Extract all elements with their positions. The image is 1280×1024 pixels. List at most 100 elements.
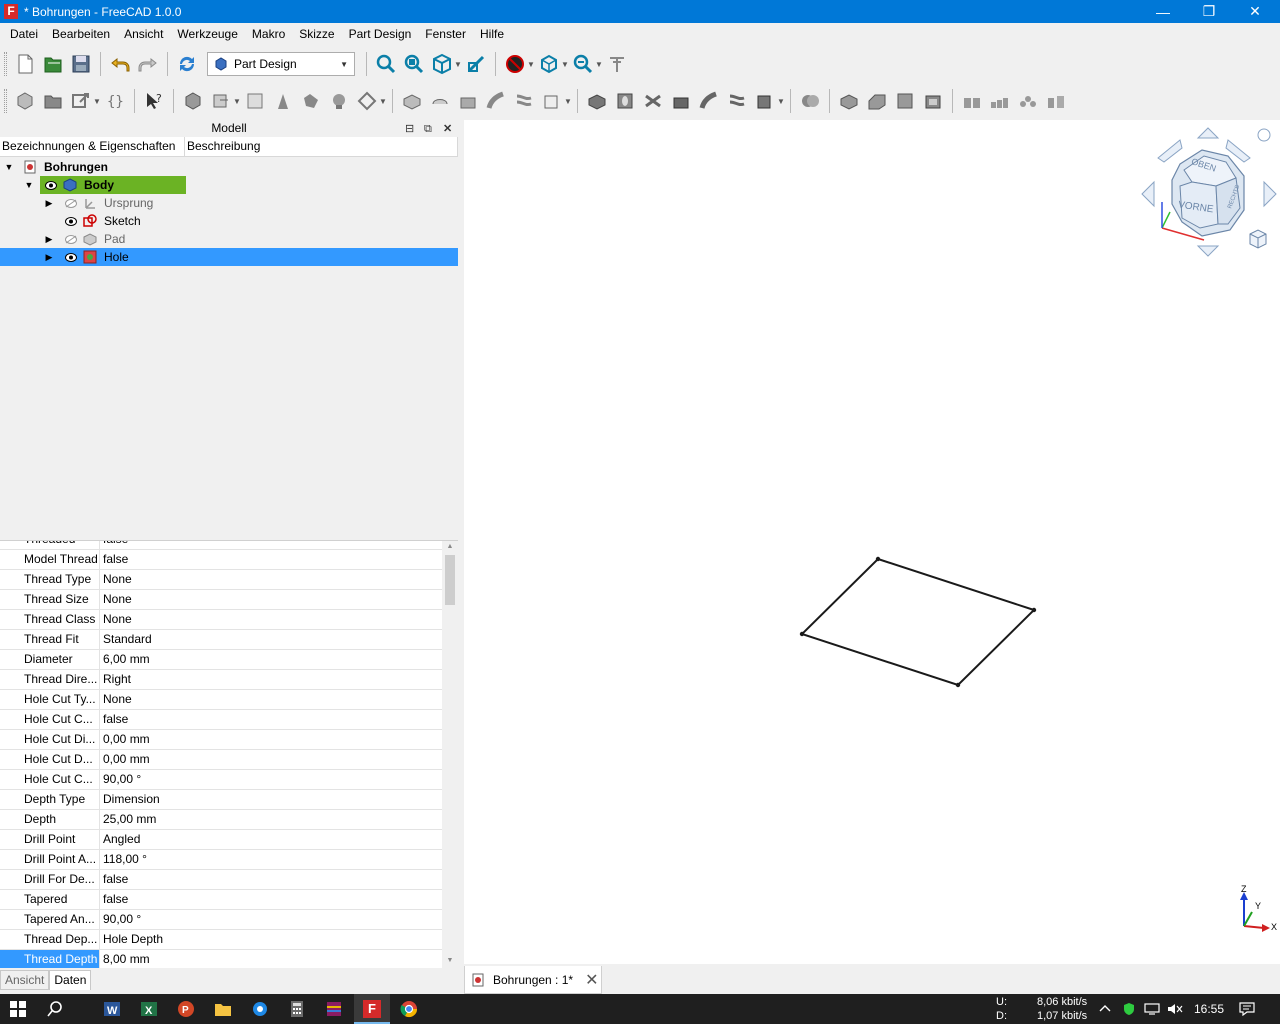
- property-value[interactable]: 90,00 °: [100, 770, 442, 789]
- property-row[interactable]: Thread Dire... Right: [0, 670, 442, 690]
- measurement-tool-icon[interactable]: [603, 50, 631, 78]
- pipe-icon[interactable]: [482, 87, 510, 115]
- redo-icon[interactable]: [134, 50, 162, 78]
- draw-style-icon[interactable]: [501, 50, 529, 78]
- validate-sketch-icon[interactable]: [297, 87, 325, 115]
- property-row[interactable]: Thread Fit Standard: [0, 630, 442, 650]
- tab-daten[interactable]: Daten: [49, 970, 92, 990]
- property-row[interactable]: Thread Size None: [0, 590, 442, 610]
- expand-icon[interactable]: ▶: [44, 252, 54, 263]
- property-row[interactable]: Threadedfalse: [0, 541, 442, 550]
- property-row[interactable]: Tapered An... 90,00 °: [0, 910, 442, 930]
- property-value[interactable]: Right: [100, 670, 442, 689]
- property-value[interactable]: 25,00 mm: [100, 810, 442, 829]
- word-icon[interactable]: W: [101, 998, 123, 1020]
- property-row[interactable]: Hole Cut D... 0,00 mm: [0, 750, 442, 770]
- loft-icon[interactable]: [454, 87, 482, 115]
- group-icon[interactable]: [39, 87, 67, 115]
- property-value[interactable]: None: [100, 690, 442, 709]
- minimize-button[interactable]: —: [1140, 0, 1186, 23]
- excel-icon[interactable]: X: [138, 998, 160, 1020]
- groove-icon[interactable]: [639, 87, 667, 115]
- property-value[interactable]: false: [100, 541, 442, 549]
- whats-this-icon[interactable]: ?: [140, 87, 168, 115]
- variables-icon[interactable]: {}: [101, 87, 129, 115]
- fit-all-icon[interactable]: [372, 50, 400, 78]
- property-value[interactable]: Hole Depth: [100, 930, 442, 949]
- document-close-icon[interactable]: ✕: [585, 970, 598, 990]
- property-value[interactable]: 118,00 °: [100, 850, 442, 869]
- float-icon[interactable]: ⧉: [424, 121, 432, 138]
- powerpoint-icon[interactable]: P: [175, 998, 197, 1020]
- bounding-box-icon[interactable]: [535, 50, 563, 78]
- property-row[interactable]: Diameter 6,00 mm: [0, 650, 442, 670]
- open-document-icon[interactable]: [39, 50, 67, 78]
- helix-icon[interactable]: [510, 87, 538, 115]
- scrollbar-thumb[interactable]: [445, 555, 455, 605]
- app-icon[interactable]: [249, 998, 271, 1020]
- chrome-icon[interactable]: [398, 998, 420, 1020]
- pocket-icon[interactable]: [583, 87, 611, 115]
- additive-primitive-icon[interactable]: [538, 87, 566, 115]
- fit-selection-icon[interactable]: [400, 50, 428, 78]
- notification-icon[interactable]: [1236, 998, 1258, 1020]
- thickness-icon[interactable]: [919, 87, 947, 115]
- tree-item-body[interactable]: ▼ Body: [0, 176, 458, 194]
- undo-icon[interactable]: [106, 50, 134, 78]
- property-value[interactable]: Standard: [100, 630, 442, 649]
- property-value[interactable]: false: [100, 550, 442, 569]
- property-value[interactable]: Angled: [100, 830, 442, 849]
- property-value[interactable]: 8,00 mm: [100, 950, 442, 968]
- eye-icon[interactable]: [64, 215, 78, 227]
- multi-transform-icon[interactable]: [1042, 87, 1070, 115]
- sketch-icon[interactable]: [269, 87, 297, 115]
- property-value[interactable]: None: [100, 590, 442, 609]
- security-icon[interactable]: [1118, 998, 1140, 1020]
- clock[interactable]: 16:55: [1194, 1002, 1224, 1016]
- linear-pattern-icon[interactable]: [986, 87, 1014, 115]
- zoom-icon[interactable]: [569, 50, 597, 78]
- navigation-cube[interactable]: OBEN VORNE RECHTS: [1140, 124, 1280, 264]
- eye-icon[interactable]: [44, 179, 58, 191]
- menu-fenster[interactable]: Fenster: [418, 27, 473, 41]
- scroll-up-icon[interactable]: ▲: [442, 543, 458, 550]
- workbench-selector[interactable]: Part Design ▼: [207, 52, 355, 76]
- pad-icon[interactable]: [398, 87, 426, 115]
- toolbar-grip[interactable]: [4, 52, 7, 76]
- property-scrollbar[interactable]: ▲ ▼: [442, 541, 458, 968]
- expand-icon[interactable]: ▶: [44, 198, 54, 209]
- property-row[interactable]: Hole Cut C... false: [0, 710, 442, 730]
- property-row[interactable]: Drill Point Angled: [0, 830, 442, 850]
- tree-item-sketch[interactable]: Sketch: [0, 212, 458, 230]
- toolbar-grip[interactable]: [4, 89, 7, 113]
- boolean-icon[interactable]: [796, 87, 824, 115]
- file-explorer-icon[interactable]: [212, 998, 234, 1020]
- part-icon[interactable]: [11, 87, 39, 115]
- subtractive-loft-icon[interactable]: [667, 87, 695, 115]
- hole-icon[interactable]: [611, 87, 639, 115]
- menu-skizze[interactable]: Skizze: [292, 27, 341, 41]
- property-value[interactable]: None: [100, 610, 442, 629]
- tab-ansicht[interactable]: Ansicht: [0, 970, 50, 990]
- property-row[interactable]: Tapered false: [0, 890, 442, 910]
- dock-icon[interactable]: ⊟: [405, 121, 414, 138]
- search-icon[interactable]: [44, 998, 66, 1020]
- property-row[interactable]: Model Thread false: [0, 550, 442, 570]
- datum-point-icon[interactable]: [325, 87, 353, 115]
- volume-muted-icon[interactable]: [1164, 998, 1186, 1020]
- property-row[interactable]: Drill Point A... 118,00 °: [0, 850, 442, 870]
- column-description[interactable]: Beschreibung: [185, 137, 458, 157]
- property-row[interactable]: Drill For De... false: [0, 870, 442, 890]
- menu-werkzeuge[interactable]: Werkzeuge: [170, 27, 244, 41]
- tree-item-hole[interactable]: ▶ Hole: [0, 248, 458, 266]
- menu-hilfe[interactable]: Hilfe: [473, 27, 511, 41]
- property-row-selected[interactable]: Thread Depth 8,00 mm: [0, 950, 442, 968]
- link-icon[interactable]: [67, 87, 95, 115]
- taskbar-active-freecad[interactable]: F: [354, 994, 390, 1024]
- close-button[interactable]: ✕: [1232, 0, 1278, 23]
- mirrored-icon[interactable]: [958, 87, 986, 115]
- isometric-view-icon[interactable]: [428, 50, 456, 78]
- restore-button[interactable]: ❐: [1186, 0, 1232, 23]
- property-value[interactable]: false: [100, 890, 442, 909]
- calculator-icon[interactable]: [286, 998, 308, 1020]
